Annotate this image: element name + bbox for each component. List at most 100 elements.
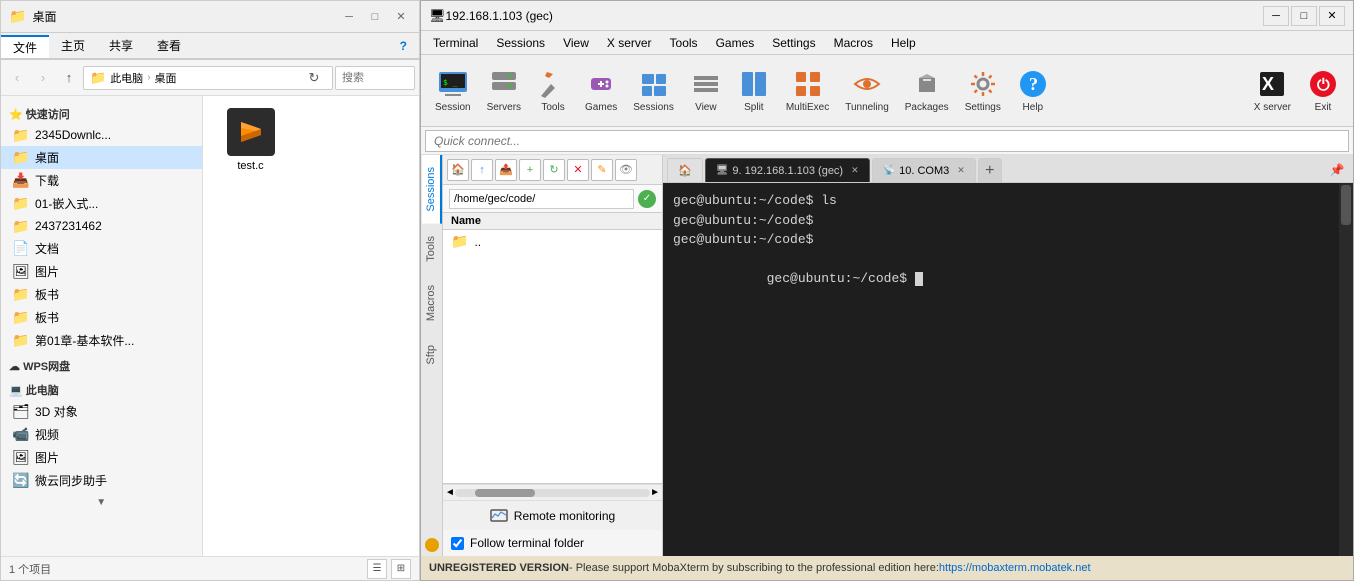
sidebar-item-2345[interactable]: 📁 2345Downlc... (1, 124, 202, 146)
fe-help-btn[interactable]: ? (388, 33, 419, 58)
sidebar-item-video[interactable]: 📹 视频 (1, 423, 202, 446)
menu-terminal[interactable]: Terminal (425, 34, 486, 52)
sftp-path-input[interactable] (449, 189, 634, 209)
quick-connect-input[interactable] (425, 130, 1349, 152)
sidebar-item-3d[interactable]: 🗂 3D 对象 (1, 400, 202, 423)
sidebar-item-board2[interactable]: 📁 板书 (1, 306, 202, 329)
mx-titlebar-btns: ─ □ ✕ (1263, 6, 1345, 26)
sidebar-item-2437[interactable]: 📁 2437231462 (1, 215, 202, 237)
fe-tab-view[interactable]: 查看 (145, 33, 193, 58)
fe-address-bar[interactable]: 📁 此电脑 › 桌面 ↻ (83, 66, 333, 90)
fe-up-btn[interactable]: ↑ (57, 66, 81, 90)
sidebar-tab-sessions[interactable]: Sessions (422, 155, 442, 224)
terminal-scrollbar-thumb[interactable] (1341, 185, 1351, 225)
toolbar-help[interactable]: ? Help (1011, 64, 1055, 117)
sftp-rename-btn[interactable]: ✎ (591, 159, 613, 181)
fe-forward-btn[interactable]: › (31, 66, 55, 90)
sidebar-item-pictures[interactable]: 🖼 图片 (1, 260, 202, 283)
sidebar-item-docs[interactable]: 📄 文档 (1, 237, 202, 260)
sidebar-more-btn[interactable]: ▼ (1, 492, 202, 512)
tab-close-icon[interactable]: ✕ (851, 165, 859, 176)
detail-view-btn[interactable]: ⊞ (391, 559, 411, 579)
toolbar-servers[interactable]: Servers (481, 64, 527, 117)
toolbar-xserver[interactable]: X X server (1248, 64, 1297, 117)
follow-terminal-checkbox[interactable] (451, 537, 464, 550)
sidebar-item-embedded[interactable]: 📁 01-嵌入式... (1, 192, 202, 215)
terminal-tab-ssh[interactable]: 🖥 9. 192.168.1.103 (gec) ✕ (705, 158, 870, 182)
toolbar-tools[interactable]: Tools (531, 64, 575, 117)
fe-minimize-btn[interactable]: ─ (339, 7, 359, 27)
sftp-scroll-thumb[interactable] (475, 489, 535, 497)
folder-up-icon: 📁 (451, 233, 468, 250)
toolbar-split[interactable]: Split (732, 64, 776, 117)
terminal-tab-com3[interactable]: 📡 10. COM3 ✕ (872, 158, 976, 182)
toolbar-exit[interactable]: ⏻ Exit (1301, 64, 1345, 117)
split-icon (738, 68, 770, 100)
menu-tools[interactable]: Tools (662, 34, 706, 52)
follow-terminal-folder[interactable]: Follow terminal folder (443, 530, 662, 556)
fe-search-input[interactable] (335, 66, 415, 90)
list-view-btn[interactable]: ☰ (367, 559, 387, 579)
toolbar-multiexec[interactable]: MultiExec (780, 64, 835, 117)
sftp-hidden-btn[interactable]: 👁 (615, 159, 637, 181)
remote-monitoring-btn[interactable]: Remote monitoring (443, 500, 662, 530)
menu-sessions[interactable]: Sessions (488, 34, 553, 52)
menu-view[interactable]: View (555, 34, 597, 52)
sidebar-tab-sftp[interactable]: Sftp (422, 333, 442, 377)
toolbar-view[interactable]: View (684, 64, 728, 117)
menu-help[interactable]: Help (883, 34, 924, 52)
menu-macros[interactable]: Macros (826, 34, 881, 52)
fe-maximize-btn[interactable]: □ (365, 7, 385, 27)
toolbar-games[interactable]: Games (579, 64, 623, 117)
pin-btn[interactable]: 📌 (1325, 158, 1349, 182)
mobatek-link[interactable]: https://mobaxterm.mobatek.net (939, 562, 1091, 574)
sftp-new-folder-btn[interactable]: + (519, 159, 541, 181)
toolbar-settings[interactable]: Settings (959, 64, 1007, 117)
sidebar-tab-macros[interactable]: Macros (422, 273, 442, 333)
sync-icon: 🔄 (13, 473, 29, 489)
sidebar-item-board1[interactable]: 📁 板书 (1, 283, 202, 306)
com3-tab-label: 10. COM3 (899, 165, 949, 177)
sftp-scrollbar[interactable]: ◄ ► (443, 484, 662, 500)
fe-refresh-btn[interactable]: ↻ (302, 66, 326, 90)
sftp-home-btn[interactable]: 🏠 (447, 159, 469, 181)
toolbar-session[interactable]: $ _ Session (429, 64, 477, 117)
sftp-delete-btn[interactable]: ✕ (567, 159, 589, 181)
sftp-upload-folder-btn[interactable]: 📤 (495, 159, 517, 181)
toolbar-tunneling[interactable]: Tunneling (839, 64, 895, 117)
mx-sftp-list: 📁 .. (443, 230, 662, 483)
mx-minimize-btn[interactable]: ─ (1263, 6, 1289, 26)
sftp-path-ok-btn[interactable]: ✓ (638, 190, 656, 208)
mx-terminal-scrollbar[interactable] (1339, 183, 1353, 556)
fe-close-btn[interactable]: ✕ (391, 7, 411, 27)
fe-section-quick: ⭐ 快速访问 (1, 100, 202, 124)
sftp-scroll-track[interactable] (455, 489, 650, 497)
fe-back-btn[interactable]: ‹ (5, 66, 29, 90)
mx-maximize-btn[interactable]: □ (1291, 6, 1317, 26)
menu-settings[interactable]: Settings (764, 34, 823, 52)
scroll-right-icon[interactable]: ► (650, 487, 660, 498)
toolbar-packages[interactable]: Packages (899, 64, 955, 117)
fe-tab-share[interactable]: 共享 (97, 33, 145, 58)
sidebar-item-pics[interactable]: 🖼 图片 (1, 446, 202, 469)
sidebar-item-chapter01[interactable]: 📁 第01章-基本软件... (1, 329, 202, 352)
sidebar-tab-tools[interactable]: Tools (422, 224, 442, 274)
sidebar-item-downloads[interactable]: 📥 下载 (1, 169, 202, 192)
fe-tab-home[interactable]: 主页 (49, 33, 97, 58)
sftp-refresh-btn[interactable]: ↻ (543, 159, 565, 181)
file-item-testc[interactable]: test.c (211, 104, 291, 176)
menu-games[interactable]: Games (708, 34, 763, 52)
add-tab-btn[interactable]: + (978, 158, 1002, 182)
sidebar-ball[interactable] (425, 538, 439, 552)
mx-terminal[interactable]: gec@ubuntu:~/code$ ls gec@ubuntu:~/code$… (663, 183, 1339, 556)
fe-tab-file[interactable]: 文件 (1, 35, 49, 58)
menu-xserver[interactable]: X server (599, 34, 660, 52)
mx-close-btn[interactable]: ✕ (1319, 6, 1345, 26)
scroll-left-icon[interactable]: ◄ (445, 487, 455, 498)
sidebar-item-desktop[interactable]: 📁 桌面 (1, 146, 202, 169)
toolbar-sessions[interactable]: Sessions (627, 64, 680, 117)
sftp-upload-btn[interactable]: ↑ (471, 159, 493, 181)
com3-tab-close-icon[interactable]: ✕ (957, 165, 965, 176)
sidebar-item-weiyun[interactable]: 🔄 微云同步助手 (1, 469, 202, 492)
sftp-item-dotdot[interactable]: 📁 .. (443, 230, 662, 253)
